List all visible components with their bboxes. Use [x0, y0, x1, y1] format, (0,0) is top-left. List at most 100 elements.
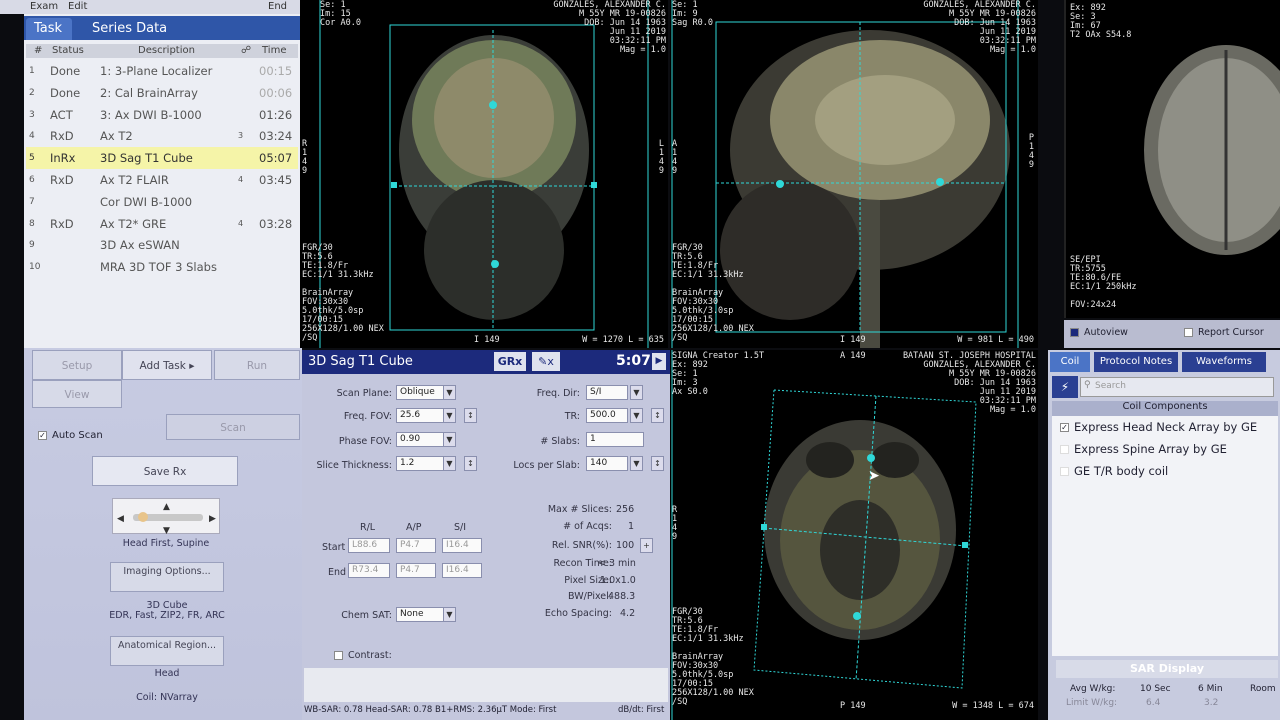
task-status: RxD	[50, 173, 74, 187]
coil-search-input[interactable]: Search	[1080, 377, 1274, 397]
viewport3-top-label: A 149	[840, 351, 866, 361]
coil-item-head-neck[interactable]: ✓ Express Head Neck Array by GE	[1060, 417, 1257, 437]
patient-position-icon[interactable]: ◀ ▶ ▲ ▼	[112, 498, 220, 536]
coil-item-body[interactable]: GE T/R body coil	[1060, 461, 1168, 481]
chevron-down-icon[interactable]: ▼	[630, 456, 643, 471]
start-label: Start	[322, 542, 346, 553]
autoview-toggle[interactable]: Autoview	[1070, 327, 1128, 338]
end-si[interactable]: I16.4	[442, 563, 482, 578]
task-row[interactable]: 5 InRx 3D Sag T1 Cube 05:07	[26, 147, 298, 170]
chevron-down-icon[interactable]: ▼	[630, 385, 643, 400]
chevron-down-icon[interactable]: ▼	[630, 408, 643, 423]
end-ap[interactable]: P4.7	[396, 563, 436, 578]
protocol-title-bar: 3D Sag T1 Cube GRx ✎x 5:07 ▶	[302, 350, 670, 374]
chevron-down-icon[interactable]: ▼	[443, 385, 456, 400]
task-row[interactable]: 1 Done 1: 3-Plane Localizer 00:15	[26, 60, 298, 82]
tab-series-data[interactable]: Series Data	[84, 18, 204, 40]
start-si[interactable]: I16.4	[442, 538, 482, 553]
contrast-toggle[interactable]: Contrast:	[334, 650, 392, 661]
view-button[interactable]: View	[32, 380, 122, 408]
triangle-right-icon[interactable]: ▶	[652, 353, 666, 370]
scan-plane-field[interactable]: Oblique	[396, 385, 444, 400]
task-row[interactable]: 10 MRA 3D TOF 3 Slabs	[26, 256, 298, 278]
viewport-sagittal[interactable]: Se: 1 Im: 9 Sag R0.0 GONZALES, ALEXANDER…	[670, 0, 1038, 348]
locs-field[interactable]: 140	[586, 456, 628, 471]
start-rl[interactable]: L88.6	[348, 538, 390, 553]
freq-dir-field[interactable]: S/I	[586, 385, 628, 400]
menu-exam[interactable]: Exam	[30, 1, 58, 12]
tab-task[interactable]: Task	[26, 18, 72, 40]
snr-value: 100	[616, 540, 635, 551]
start-ap[interactable]: P4.7	[396, 538, 436, 553]
auto-scan-toggle[interactable]: ✓ Auto Scan	[38, 430, 103, 441]
viewport-coronal[interactable]: Se: 1 Im: 15 Cor A0.0 GONZALES, ALEXANDE…	[300, 0, 668, 348]
end-label: End	[328, 567, 347, 578]
task-row[interactable]: 6 RxD Ax T2 FLAIR 4 03:45	[26, 169, 298, 191]
chevron-down-icon[interactable]: ▼	[443, 607, 456, 622]
stepper-icon[interactable]: ↕	[651, 456, 664, 471]
task-number: 6	[29, 175, 35, 185]
task-row[interactable]: 2 Done 2: Cal BrainArray 00:06	[26, 82, 298, 104]
slice-thickness-field[interactable]: 1.2	[396, 456, 444, 471]
chem-sat-field[interactable]: None	[396, 607, 444, 622]
tab-protocol-notes[interactable]: Protocol Notes	[1094, 352, 1178, 372]
checkbox-icon	[1184, 328, 1193, 337]
end-rl[interactable]: R73.4	[348, 563, 390, 578]
stepper-icon[interactable]: ↕	[651, 408, 664, 423]
task-row[interactable]: 4 RxD Ax T2 3 03:24	[26, 125, 298, 147]
protocol-title: 3D Sag T1 Cube	[308, 354, 413, 369]
task-row[interactable]: 8 RxD Ax T2* GRE 4 03:28	[26, 213, 298, 235]
coil-item-spine[interactable]: Express Spine Array by GE	[1060, 439, 1227, 459]
grx-button[interactable]: GRx	[494, 352, 526, 371]
phase-fov-field[interactable]: 0.90	[396, 432, 444, 447]
stepper-icon[interactable]: ↕	[464, 408, 477, 423]
task-row[interactable]: 9 3D Ax eSWAN	[26, 234, 298, 256]
plus-icon[interactable]: +	[640, 538, 653, 553]
coil-item-label: GE T/R body coil	[1074, 464, 1169, 478]
save-rx-button[interactable]: Save Rx	[92, 456, 238, 486]
plug-icon[interactable]: ⚡	[1052, 376, 1078, 398]
task-badge: 3	[238, 131, 244, 141]
anatomical-region-button[interactable]: Anatomical Region...	[110, 636, 224, 666]
imaging-options-button[interactable]: Imaging Options...	[110, 562, 224, 592]
svg-text:▲: ▲	[163, 502, 170, 512]
link-icon: ☍	[241, 45, 252, 56]
viewport1-scan-params: FGR/30 TR:5.6 TE:1.8/Fr EC:1/1 31.3kHz B…	[302, 243, 384, 343]
sar-avg-label: Avg W/kg:	[1070, 684, 1116, 694]
tab-waveforms[interactable]: Waveforms	[1182, 352, 1266, 372]
si-header: S/I	[454, 522, 467, 533]
run-button[interactable]: Run	[214, 350, 300, 380]
clipboard-icon[interactable]: ✎x	[532, 352, 560, 371]
freq-fov-label: Freq. FOV:	[343, 411, 392, 422]
task-panel: Task Series Data # Status Description ☍ …	[24, 14, 300, 348]
tab-coil[interactable]: Coil	[1050, 352, 1090, 372]
ap-header: A/P	[406, 522, 422, 533]
task-time: 05:07	[259, 151, 293, 166]
chevron-down-icon[interactable]: ▼	[443, 408, 456, 423]
freq-fov-field[interactable]: 25.6	[396, 408, 444, 423]
chem-sat-label: Chem SAT:	[341, 610, 392, 621]
task-row[interactable]: 3 ACT 3: Ax DWI B-1000 01:26	[26, 104, 298, 126]
task-row[interactable]: 7 Cor DWI B-1000	[26, 191, 298, 213]
menu-end[interactable]: End	[268, 1, 287, 12]
task-tabs: Task Series Data	[24, 16, 300, 40]
echo-label: Echo Spacing:	[544, 608, 612, 619]
tr-field[interactable]: 500.0	[586, 408, 628, 423]
menu-edit[interactable]: Edit	[68, 1, 87, 12]
stepper-icon[interactable]: ↕	[464, 456, 477, 471]
setup-button[interactable]: Setup	[32, 350, 122, 380]
viewport-axial[interactable]: SIGNA Creator 1.5T Ex: 892 Se: 1 Im: 3 A…	[670, 350, 1038, 720]
add-task-button[interactable]: Add Task ▸	[122, 350, 212, 380]
chevron-down-icon[interactable]: ▼	[443, 432, 456, 447]
col-num: #	[34, 45, 43, 56]
options-line2: EDR, Fast, ZIP2, FR, ARC	[109, 610, 225, 621]
control-panel: Setup Add Task ▸ Run View Scan ✓ Auto Sca…	[24, 348, 302, 720]
scan-button[interactable]: Scan	[166, 414, 300, 440]
slabs-field[interactable]: 1	[586, 432, 644, 447]
report-cursor-toggle[interactable]: Report Cursor	[1184, 327, 1264, 338]
viewport-reference[interactable]: Ex: 892 Se: 3 Im: 67 T2 OAx S54.8 SE/EPI…	[1064, 0, 1280, 318]
contrast-area	[304, 668, 668, 702]
task-description: Ax T2	[100, 129, 133, 144]
svg-text:◀: ◀	[117, 514, 124, 524]
chevron-down-icon[interactable]: ▼	[443, 456, 456, 471]
